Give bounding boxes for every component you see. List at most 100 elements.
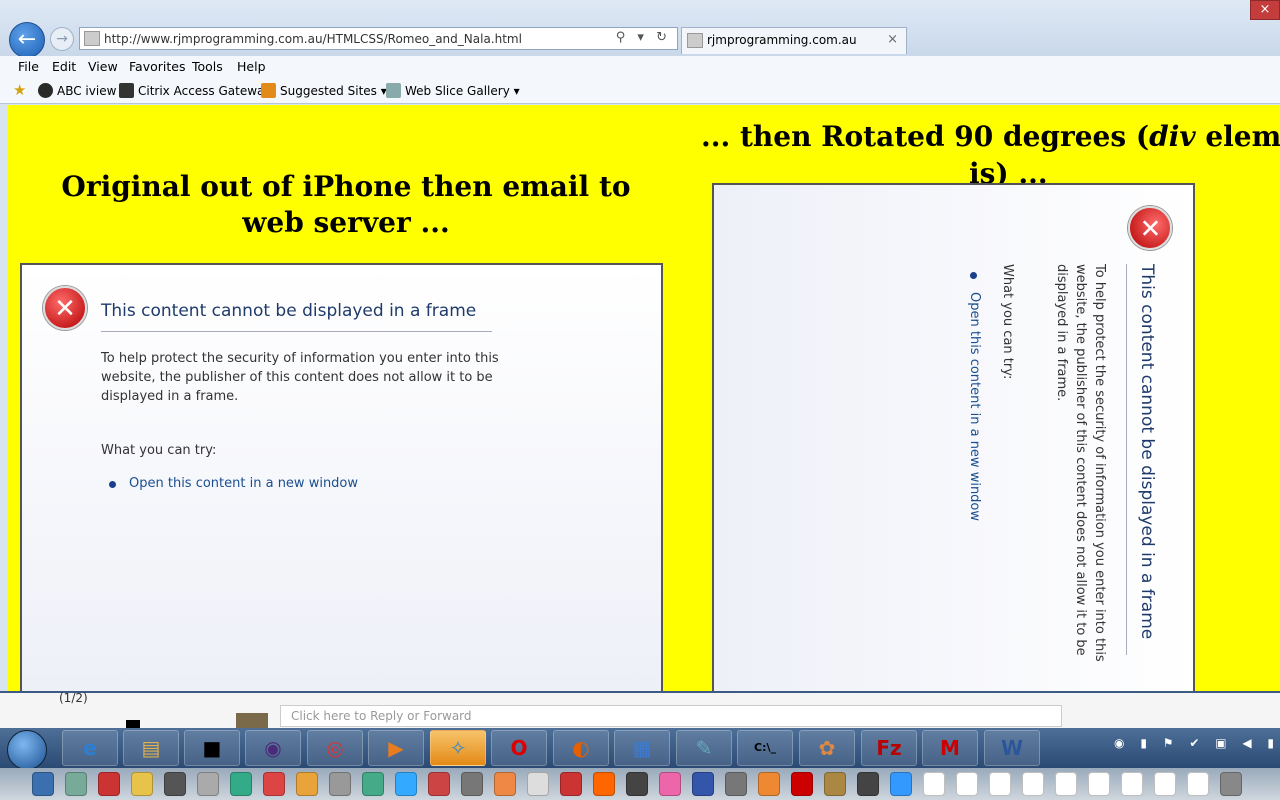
- error-icon: ✕: [1128, 206, 1172, 250]
- error-title: This content cannot be displayed in a fr…: [101, 301, 477, 321]
- error-title: This content cannot be displayed in a fr…: [1137, 264, 1157, 640]
- right-heading-emphasis: div: [1149, 120, 1196, 153]
- dock-app-icon[interactable]: [890, 772, 912, 796]
- taskbar-app-black-icon[interactable]: ■: [184, 730, 240, 766]
- favorites-star-icon[interactable]: ★: [13, 81, 26, 99]
- dock-app-icon[interactable]: [1154, 772, 1176, 796]
- avatar: [236, 713, 268, 729]
- dock-app-icon[interactable]: [197, 772, 219, 796]
- taskbar-mcafee-icon[interactable]: M: [922, 730, 978, 766]
- favorite-abc-iview[interactable]: ABC iview: [38, 83, 116, 98]
- menu-help[interactable]: Help: [237, 59, 266, 74]
- address-url[interactable]: http://www.rjmprogramming.com.au/HTMLCSS…: [104, 32, 522, 46]
- bullet-icon: [970, 272, 977, 279]
- dock-app-icon[interactable]: [461, 772, 483, 796]
- dock-app-icon[interactable]: [263, 772, 285, 796]
- dock-app-icon[interactable]: [626, 772, 648, 796]
- forward-button[interactable]: →: [50, 27, 74, 51]
- error-description: To help protect the security of informat…: [101, 351, 499, 404]
- browser-tab[interactable]: rjmprogramming.com.au ×: [681, 27, 907, 54]
- taskbar-firefox-icon[interactable]: ◐: [553, 730, 609, 766]
- dock-app-icon[interactable]: [1055, 772, 1077, 796]
- dock-app-icon[interactable]: [956, 772, 978, 796]
- favorite-label: ABC iview: [57, 84, 117, 98]
- dock-app-icon[interactable]: [659, 772, 681, 796]
- dock-app-icon[interactable]: [1187, 772, 1209, 796]
- back-button[interactable]: ←: [9, 22, 45, 58]
- menu-file[interactable]: File: [18, 59, 39, 74]
- dock-app-icon[interactable]: [989, 772, 1011, 796]
- dock-app-icon[interactable]: [395, 772, 417, 796]
- taskbar-media-player-icon[interactable]: ▶: [368, 730, 424, 766]
- bullet-icon: [109, 481, 116, 488]
- dock-app-icon[interactable]: [296, 772, 318, 796]
- address-bar[interactable]: http://www.rjmprogramming.com.au/HTMLCSS…: [79, 27, 678, 50]
- dock-app-icon[interactable]: [428, 772, 450, 796]
- tab-close-icon[interactable]: ×: [887, 32, 898, 47]
- dock-app-icon[interactable]: [164, 772, 186, 796]
- taskbar-internet-explorer-icon[interactable]: e: [62, 730, 118, 766]
- start-button[interactable]: [7, 730, 47, 770]
- taskbar-command-prompt-icon[interactable]: C:\_: [737, 730, 793, 766]
- favorite-suggested-sites[interactable]: Suggested Sites ▾: [261, 83, 387, 98]
- window-close-button[interactable]: ×: [1250, 0, 1280, 20]
- taskbar-paint-icon[interactable]: ✿: [799, 730, 855, 766]
- dock-app-icon[interactable]: [1022, 772, 1044, 796]
- taskbar-opera-icon[interactable]: O: [491, 730, 547, 766]
- web-slice-icon: [386, 83, 401, 98]
- dock-app-icon[interactable]: [857, 772, 879, 796]
- dock-app-icon[interactable]: [758, 772, 780, 796]
- dock-app-icon[interactable]: [692, 772, 714, 796]
- dock-app-icon[interactable]: [1121, 772, 1143, 796]
- dock-app-icon[interactable]: [362, 772, 384, 796]
- dock-app-icon[interactable]: [32, 772, 54, 796]
- dock-app-icon[interactable]: [791, 772, 813, 796]
- favorite-web-slice-gallery[interactable]: Web Slice Gallery ▾: [386, 83, 520, 98]
- dock-app-icon[interactable]: [593, 772, 615, 796]
- taskbar-eclipse-icon[interactable]: ◉: [245, 730, 301, 766]
- error-divider: [1126, 264, 1127, 655]
- taskbar-file-explorer-icon[interactable]: ▤: [123, 730, 179, 766]
- dock-app-icon[interactable]: [65, 772, 87, 796]
- dock-app-icon[interactable]: [527, 772, 549, 796]
- taskbar-filezilla-icon[interactable]: Fz: [861, 730, 917, 766]
- taskbar-safari-icon[interactable]: ✧: [430, 730, 486, 766]
- abc-iview-icon: [38, 83, 53, 98]
- address-bar-actions-icon[interactable]: ⚲ ▾ ↻: [616, 30, 671, 45]
- menu-edit[interactable]: Edit: [52, 59, 76, 74]
- taskbar-word-icon[interactable]: W: [984, 730, 1040, 766]
- dock-app-icon[interactable]: [824, 772, 846, 796]
- taskbar-control-panel-icon[interactable]: ▦: [614, 730, 670, 766]
- dock-app-icon[interactable]: [560, 772, 582, 796]
- taskbar-notepad-icon[interactable]: ✎: [676, 730, 732, 766]
- error-description: To help protect the security of informat…: [1054, 264, 1107, 662]
- dock-app-icon[interactable]: [1088, 772, 1110, 796]
- open-new-window-link[interactable]: Open this content in a new window: [967, 292, 982, 521]
- tab-title: rjmprogramming.com.au: [707, 33, 857, 47]
- error-try-label: What you can try:: [1000, 264, 1015, 380]
- menu-favorites[interactable]: Favorites: [129, 59, 185, 74]
- dock-app-icon[interactable]: [329, 772, 351, 796]
- email-preview-strip: (1/2) Click here to Reply or Forward: [0, 691, 1280, 730]
- dock-app-icon[interactable]: [98, 772, 120, 796]
- dock-app-icon[interactable]: [131, 772, 153, 796]
- dock-app-icon[interactable]: [494, 772, 516, 796]
- right-heading: ... then Rotated 90 degrees (div element…: [701, 119, 1280, 155]
- menu-view[interactable]: View: [88, 59, 118, 74]
- taskbar-chrome-icon[interactable]: ◎: [307, 730, 363, 766]
- menu-tools[interactable]: Tools: [192, 59, 223, 74]
- right-heading-suffix: element tha: [1205, 120, 1280, 153]
- dock-app-icon[interactable]: [1220, 772, 1242, 796]
- email-counter: (1/2): [59, 691, 88, 705]
- dock-app-icon[interactable]: [230, 772, 252, 796]
- left-heading: Original out of iPhone then email to web…: [61, 170, 631, 239]
- windows-taskbar: e ▤ ■ ◉ ◎ ▶ ✧ O ◐ ▦ ✎ C:\_ ✿ Fz M W ◉ ▮ ⚑ ✔ ▣ ◀ ▮: [0, 728, 1280, 770]
- dock-app-icon[interactable]: [923, 772, 945, 796]
- open-new-window-link[interactable]: Open this content in a new window: [129, 476, 358, 491]
- favorite-citrix[interactable]: Citrix Access Gateway: [119, 83, 272, 98]
- dock-app-icon[interactable]: [725, 772, 747, 796]
- favorite-label: Suggested Sites ▾: [280, 84, 387, 98]
- system-tray[interactable]: ◉ ▮ ⚑ ✔ ▣ ◀ ▮: [1114, 736, 1280, 750]
- reply-input[interactable]: Click here to Reply or Forward: [280, 705, 1062, 727]
- browser-navigation-bar: ← → http://www.rjmprogramming.com.au/HTM…: [0, 0, 1280, 58]
